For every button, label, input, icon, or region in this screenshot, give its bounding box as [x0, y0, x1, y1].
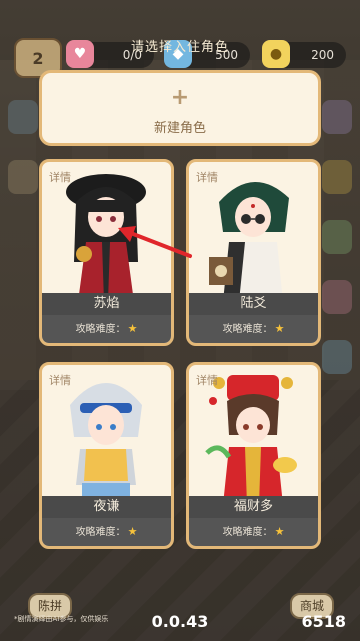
character-name: 福财多	[189, 496, 318, 518]
character-name: 苏焰	[42, 293, 171, 315]
difficulty-label: 攻略难度：	[75, 324, 126, 335]
details-tag[interactable]: 详情	[49, 169, 71, 185]
plus-icon: +	[170, 85, 190, 110]
difficulty-label: 攻略难度：	[222, 527, 273, 538]
character-name: 夜谦	[42, 496, 171, 518]
star-icon: ★	[127, 525, 138, 538]
character-name: 陆爻	[189, 293, 318, 315]
new-character-label: 新建角色	[153, 121, 206, 136]
character-card-luyao[interactable]: 详情 陆爻 攻略难度： ★	[186, 159, 321, 346]
details-tag[interactable]: 详情	[196, 169, 218, 185]
difficulty-row: 攻略难度： ★	[189, 315, 318, 343]
star-icon: ★	[127, 322, 138, 335]
character-card-yeqian[interactable]: 详情 夜谦 攻略难度： ★	[39, 362, 174, 549]
currency-amount: 6518	[301, 612, 346, 631]
star-icon: ★	[274, 322, 285, 335]
difficulty-row: 攻略难度： ★	[42, 315, 171, 343]
difficulty-label: 攻略难度：	[222, 324, 273, 335]
pointer-arrow-icon	[118, 226, 192, 258]
difficulty-row: 攻略难度： ★	[189, 518, 318, 546]
difficulty-label: 攻略难度：	[75, 527, 126, 538]
difficulty-row: 攻略难度： ★	[42, 518, 171, 546]
character-card-fucaiduo[interactable]: 详情 福财多 攻略难度： ★	[186, 362, 321, 549]
new-character-button[interactable]: + 新建角色	[39, 70, 321, 146]
details-tag[interactable]: 详情	[196, 372, 218, 388]
star-icon: ★	[274, 525, 285, 538]
details-tag[interactable]: 详情	[49, 372, 71, 388]
page-title: 请选择入住角色	[130, 40, 229, 55]
